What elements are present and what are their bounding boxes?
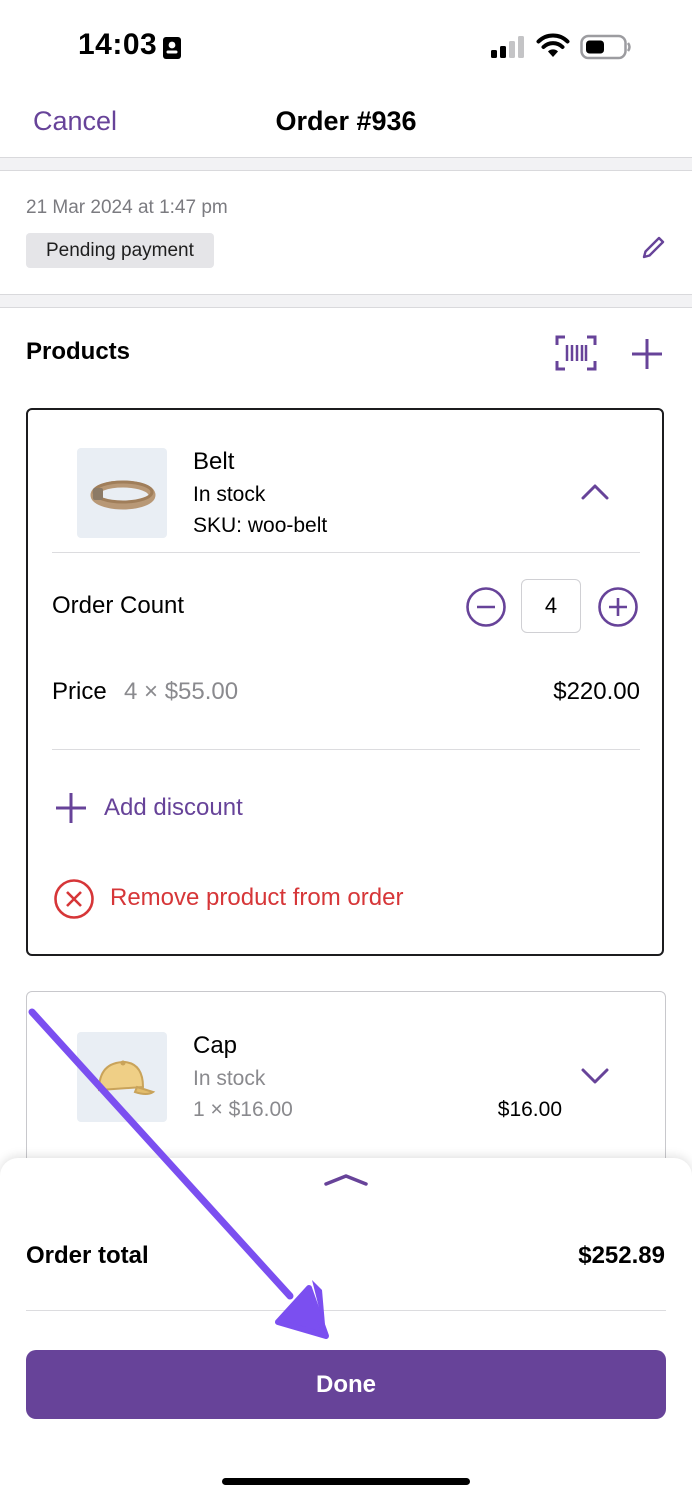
status-time: 14:03 (78, 28, 158, 61)
quantity-field[interactable]: 4 (521, 579, 581, 633)
barcode-scan-icon[interactable] (555, 335, 597, 376)
page-title: Order #936 (275, 106, 417, 136)
id-card-icon (162, 36, 182, 65)
home-indicator (222, 1478, 470, 1485)
divider (52, 749, 640, 750)
chevron-down-icon[interactable] (579, 1064, 611, 1093)
product-name: Cap (193, 1032, 238, 1059)
product-stock: In stock (193, 1067, 266, 1090)
increment-button[interactable] (597, 586, 639, 633)
order-total-value: $252.89 (578, 1242, 665, 1269)
edit-pencil-icon[interactable] (639, 234, 667, 267)
product-thumbnail-belt (77, 448, 167, 538)
battery-icon (580, 33, 632, 66)
sheet-handle-chevron-icon[interactable] (323, 1172, 369, 1193)
product-stock: In stock (193, 483, 266, 506)
add-discount-button[interactable]: Add discount (104, 794, 243, 822)
price-total: $16.00 (497, 1098, 562, 1121)
section-divider (0, 294, 692, 308)
done-button[interactable]: Done (26, 1350, 666, 1419)
section-divider (0, 157, 692, 171)
order-date: 21 Mar 2024 at 1:47 pm (26, 197, 228, 218)
product-name: Belt (193, 448, 235, 475)
status-badge: Pending payment (26, 233, 214, 268)
remove-product-button[interactable]: Remove product from order (110, 884, 403, 912)
signal-icon (490, 35, 526, 64)
product-thumbnail-cap (77, 1032, 167, 1122)
decrement-button[interactable] (465, 586, 507, 633)
plus-icon[interactable] (54, 791, 88, 830)
price-breakdown: 1 × $16.00 (193, 1098, 293, 1121)
wifi-icon (536, 33, 570, 64)
product-sku: SKU: woo-belt (193, 514, 328, 537)
price-breakdown: 4 × $55.00 (124, 678, 239, 705)
price-label: Price (52, 678, 107, 705)
order-summary-sheet (0, 1158, 692, 1500)
divider (26, 1310, 666, 1311)
price-total: $220.00 (553, 678, 640, 705)
divider (52, 552, 640, 553)
chevron-up-icon[interactable] (579, 480, 611, 509)
add-product-icon[interactable] (630, 337, 664, 376)
order-count-label: Order Count (52, 592, 185, 619)
order-total-label: Order total (26, 1242, 149, 1269)
products-heading: Products (26, 338, 131, 365)
remove-circle-x-icon[interactable] (53, 878, 95, 925)
